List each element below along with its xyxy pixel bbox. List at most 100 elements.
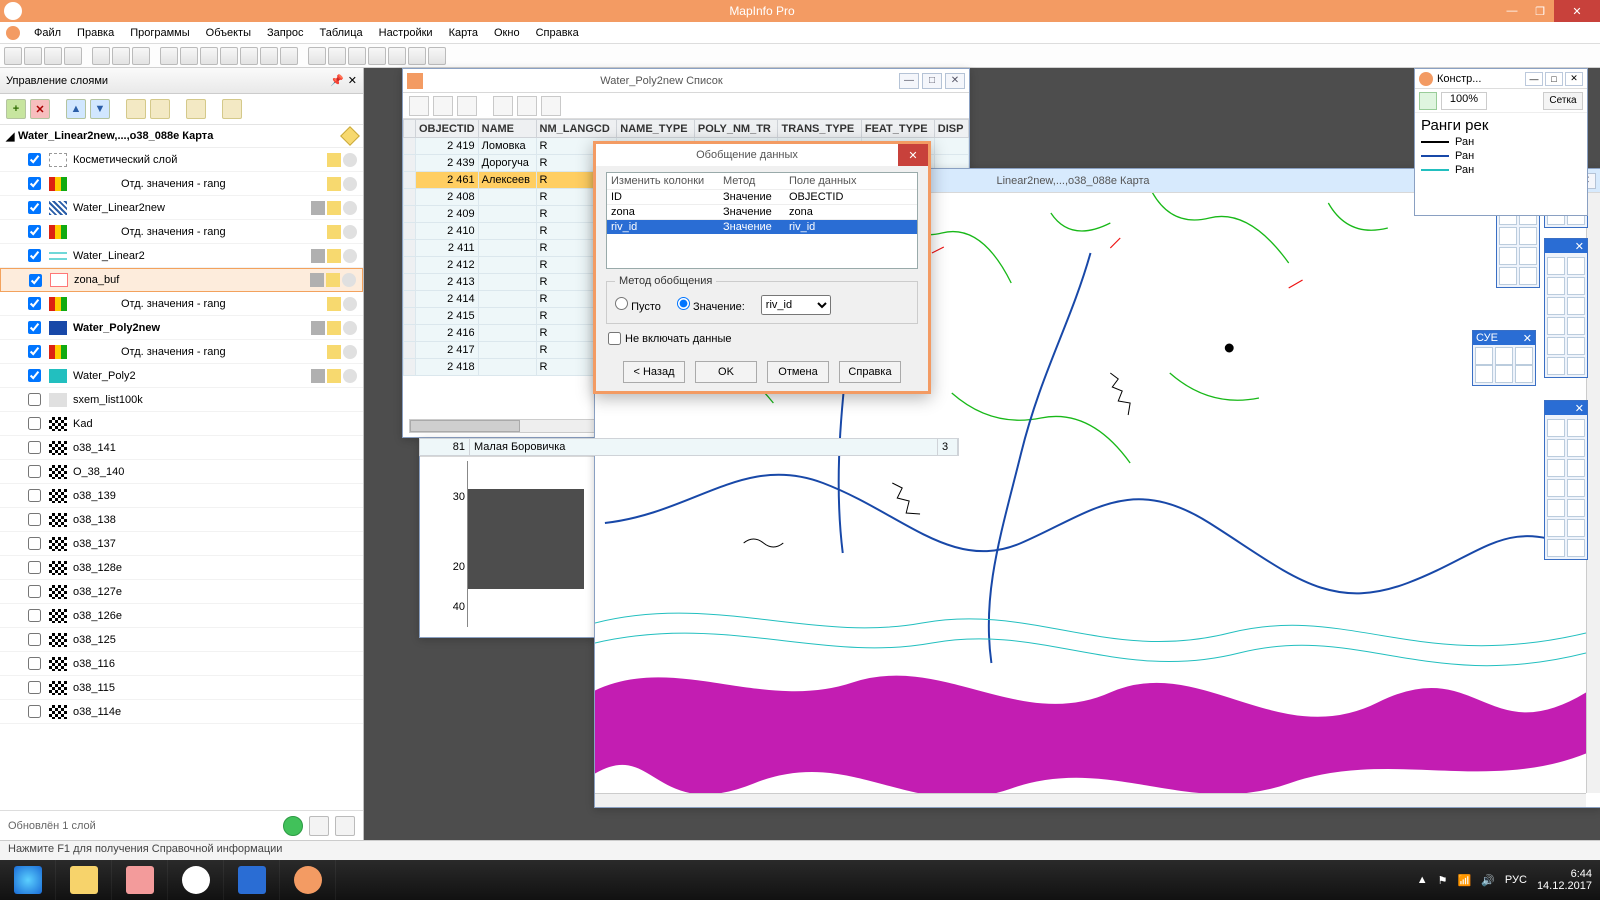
group-highlight-icon[interactable] [340, 126, 360, 146]
tool-btn[interactable] [1547, 419, 1565, 437]
layer-row[interactable]: Water_Poly2 [0, 364, 363, 388]
layer-sun-icon[interactable] [327, 153, 341, 167]
col-header[interactable]: DISP [934, 120, 968, 138]
layer-row[interactable]: Kad [0, 412, 363, 436]
table-tool[interactable] [409, 96, 429, 116]
layer-row[interactable]: o38_125 [0, 628, 363, 652]
tool-btn[interactable] [1519, 247, 1537, 265]
layer-row[interactable]: o38_126e [0, 604, 363, 628]
tool-btn[interactable] [1519, 267, 1537, 285]
layer-sun-icon[interactable] [327, 201, 341, 215]
tool-btn[interactable] [1495, 347, 1513, 365]
layer-sun-icon[interactable] [327, 177, 341, 191]
toolbar-btn[interactable] [408, 47, 426, 65]
layer-sun-icon[interactable] [327, 321, 341, 335]
layer-row[interactable]: Water_Linear2 [0, 244, 363, 268]
legend-header[interactable]: Констр... — □ ✕ [1415, 69, 1587, 89]
toolbar-btn[interactable] [388, 47, 406, 65]
footer-icon[interactable] [309, 816, 329, 836]
tool-btn[interactable] [1547, 479, 1565, 497]
layer-sun-icon[interactable] [327, 345, 341, 359]
tool-btn[interactable] [1567, 257, 1585, 275]
layer-dot-icon[interactable] [343, 201, 357, 215]
layer-visibility-checkbox[interactable] [28, 321, 41, 334]
tool-btn[interactable] [1567, 539, 1585, 557]
toolbar-btn[interactable] [4, 47, 22, 65]
tool-btn[interactable] [1499, 227, 1517, 245]
tool-btn[interactable] [1567, 297, 1585, 315]
back-button[interactable]: < Назад [623, 361, 685, 383]
tool-btn[interactable] [1547, 439, 1565, 457]
taskbar-explorer[interactable] [56, 860, 112, 900]
tool-btn[interactable] [1495, 365, 1513, 383]
menu-map[interactable]: Карта [443, 25, 484, 41]
toolbar-btn[interactable] [180, 47, 198, 65]
taskbar-app[interactable] [112, 860, 168, 900]
layer-visibility-checkbox[interactable] [28, 513, 41, 526]
layer-sun-icon[interactable] [327, 249, 341, 263]
layer-visibility-checkbox[interactable] [28, 681, 41, 694]
layer-visibility-checkbox[interactable] [28, 249, 41, 262]
layer-row[interactable]: o38_115 [0, 676, 363, 700]
layer-row[interactable]: Отд. значения - rang [0, 220, 363, 244]
col-header[interactable]: NM_LANGCD [536, 120, 617, 138]
dialog-help-button[interactable]: Справка [839, 361, 901, 383]
grid-toggle[interactable]: Сетка [1543, 92, 1583, 110]
toolbar-btn[interactable] [260, 47, 278, 65]
layer-tool[interactable] [222, 99, 242, 119]
tray-up-icon[interactable]: ▲ [1417, 874, 1428, 886]
tool-btn[interactable] [1567, 439, 1585, 457]
layer-visibility-checkbox[interactable] [28, 393, 41, 406]
toolbar-btn[interactable] [368, 47, 386, 65]
tool-btn[interactable] [1547, 357, 1565, 375]
layer-visibility-checkbox[interactable] [28, 657, 41, 670]
col-header[interactable]: NAME_TYPE [617, 120, 695, 138]
add-layer-button[interactable]: + [6, 99, 26, 119]
layer-row[interactable]: sxem_list100k [0, 388, 363, 412]
app-menu-icon[interactable] [6, 26, 20, 40]
col-header[interactable]: OBJECTID [416, 120, 479, 138]
layer-visibility-checkbox[interactable] [28, 345, 41, 358]
tool-btn[interactable] [1567, 459, 1585, 477]
layer-group[interactable]: ◢ Water_Linear2new,...,o38_088e Карта [0, 125, 363, 148]
dialog-close-button[interactable]: ✕ [898, 144, 928, 166]
taskbar-word[interactable] [224, 860, 280, 900]
table-tool[interactable] [541, 96, 561, 116]
table-tool[interactable] [493, 96, 513, 116]
pin-icon[interactable]: 📌 [330, 74, 344, 87]
tool-btn[interactable] [1547, 277, 1565, 295]
layer-row[interactable]: O_38_140 [0, 460, 363, 484]
toolbar-btn[interactable] [240, 47, 258, 65]
layer-row[interactable]: Отд. значения - rang [0, 172, 363, 196]
menu-query[interactable]: Запрос [261, 25, 309, 41]
layer-dot-icon[interactable] [343, 369, 357, 383]
table-tool[interactable] [517, 96, 537, 116]
remove-layer-button[interactable]: ✕ [30, 99, 50, 119]
menu-window[interactable]: Окно [488, 25, 526, 41]
tray-net-icon[interactable]: 📶 [1458, 874, 1472, 887]
layer-row[interactable]: Water_Linear2new [0, 196, 363, 220]
toolbar-btn[interactable] [112, 47, 130, 65]
toolbar-btn[interactable] [44, 47, 62, 65]
layer-dot-icon[interactable] [343, 345, 357, 359]
toolbar-btn[interactable] [160, 47, 178, 65]
tool-btn[interactable] [1567, 419, 1585, 437]
taskbar-ie[interactable] [0, 860, 56, 900]
menu-edit[interactable]: Правка [71, 25, 120, 41]
layer-visibility-checkbox[interactable] [28, 705, 41, 718]
help-icon[interactable] [335, 816, 355, 836]
apply-icon[interactable] [283, 816, 303, 836]
tool-btn[interactable] [1567, 317, 1585, 335]
tool-btn[interactable] [1567, 277, 1585, 295]
toolbar-btn[interactable] [92, 47, 110, 65]
layer-visibility-checkbox[interactable] [28, 441, 41, 454]
layer-row[interactable]: zona_buf [0, 268, 363, 292]
layer-visibility-checkbox[interactable] [28, 537, 41, 550]
col-header[interactable]: POLY_NM_TR [694, 120, 778, 138]
toolbar-btn[interactable] [328, 47, 346, 65]
layer-visibility-checkbox[interactable] [28, 297, 41, 310]
layer-sun-icon[interactable] [326, 273, 340, 287]
max-button[interactable]: □ [922, 73, 942, 89]
layer-dot-icon[interactable] [343, 225, 357, 239]
layer-pen-icon[interactable] [311, 369, 325, 383]
